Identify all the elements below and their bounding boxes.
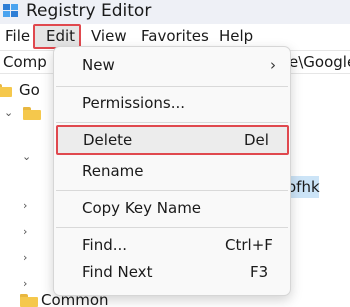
menu-item-copy-key-name-label: Copy Key Name	[82, 199, 202, 217]
menu-item-find-next[interactable]: Find Next F3	[54, 257, 290, 289]
menu-separator	[56, 227, 288, 228]
folder-icon	[0, 84, 12, 97]
chevron-down-icon[interactable]: ⌄	[22, 151, 31, 163]
menu-item-new[interactable]: New ›	[54, 50, 290, 82]
tree-item-selected[interactable]: ofhk	[287, 176, 320, 198]
menu-item-rename-label: Rename	[82, 162, 144, 180]
registry-editor-icon	[3, 4, 18, 17]
chevron-right-icon[interactable]: ›	[23, 200, 27, 212]
edit-menu-dropdown: New › Permissions... Delete Del Rename C…	[53, 46, 291, 296]
chevron-right-icon: ›	[270, 56, 276, 74]
address-text-start: Comp	[3, 53, 47, 71]
menu-item-copy-key-name[interactable]: Copy Key Name	[54, 193, 290, 225]
menu-item-rename[interactable]: Rename	[54, 156, 290, 188]
menu-edit-label: Edit	[46, 27, 76, 45]
menu-item-delete-shortcut: Del	[244, 131, 269, 149]
menu-favorites[interactable]: Favorites	[141, 27, 209, 45]
menu-item-delete-label: Delete	[83, 131, 133, 149]
folder-icon	[20, 294, 38, 307]
menu-item-delete[interactable]: Delete Del	[56, 125, 289, 155]
chevron-right-icon[interactable]: ›	[23, 278, 27, 290]
window-title: Registry Editor	[26, 1, 152, 21]
menu-item-new-label: New	[82, 56, 115, 74]
menu-file[interactable]: File	[5, 27, 30, 45]
menu-item-permissions[interactable]: Permissions...	[54, 88, 290, 120]
menu-view[interactable]: View	[91, 27, 127, 45]
menu-separator	[56, 190, 288, 191]
folder-icon	[23, 107, 41, 120]
menu-item-permissions-label: Permissions...	[82, 94, 186, 112]
tree-item-selected-label: ofhk	[287, 178, 320, 196]
menu-separator	[56, 86, 288, 87]
chevron-down-icon[interactable]: ⌄	[4, 107, 13, 119]
title-bar: Registry Editor	[0, 0, 350, 24]
chevron-right-icon[interactable]: ›	[23, 252, 27, 264]
menu-separator	[56, 122, 288, 123]
menu-item-find-label: Find...	[82, 236, 128, 254]
chevron-right-icon[interactable]: ›	[23, 226, 27, 238]
menu-item-find-next-shortcut: F3	[250, 263, 269, 281]
tree-item-go[interactable]: Go	[19, 81, 40, 99]
menu-item-find-next-label: Find Next	[82, 263, 153, 281]
menu-help[interactable]: Help	[219, 27, 253, 45]
address-text-end: e\Google	[289, 53, 350, 71]
menu-item-find-shortcut: Ctrl+F	[225, 236, 273, 254]
